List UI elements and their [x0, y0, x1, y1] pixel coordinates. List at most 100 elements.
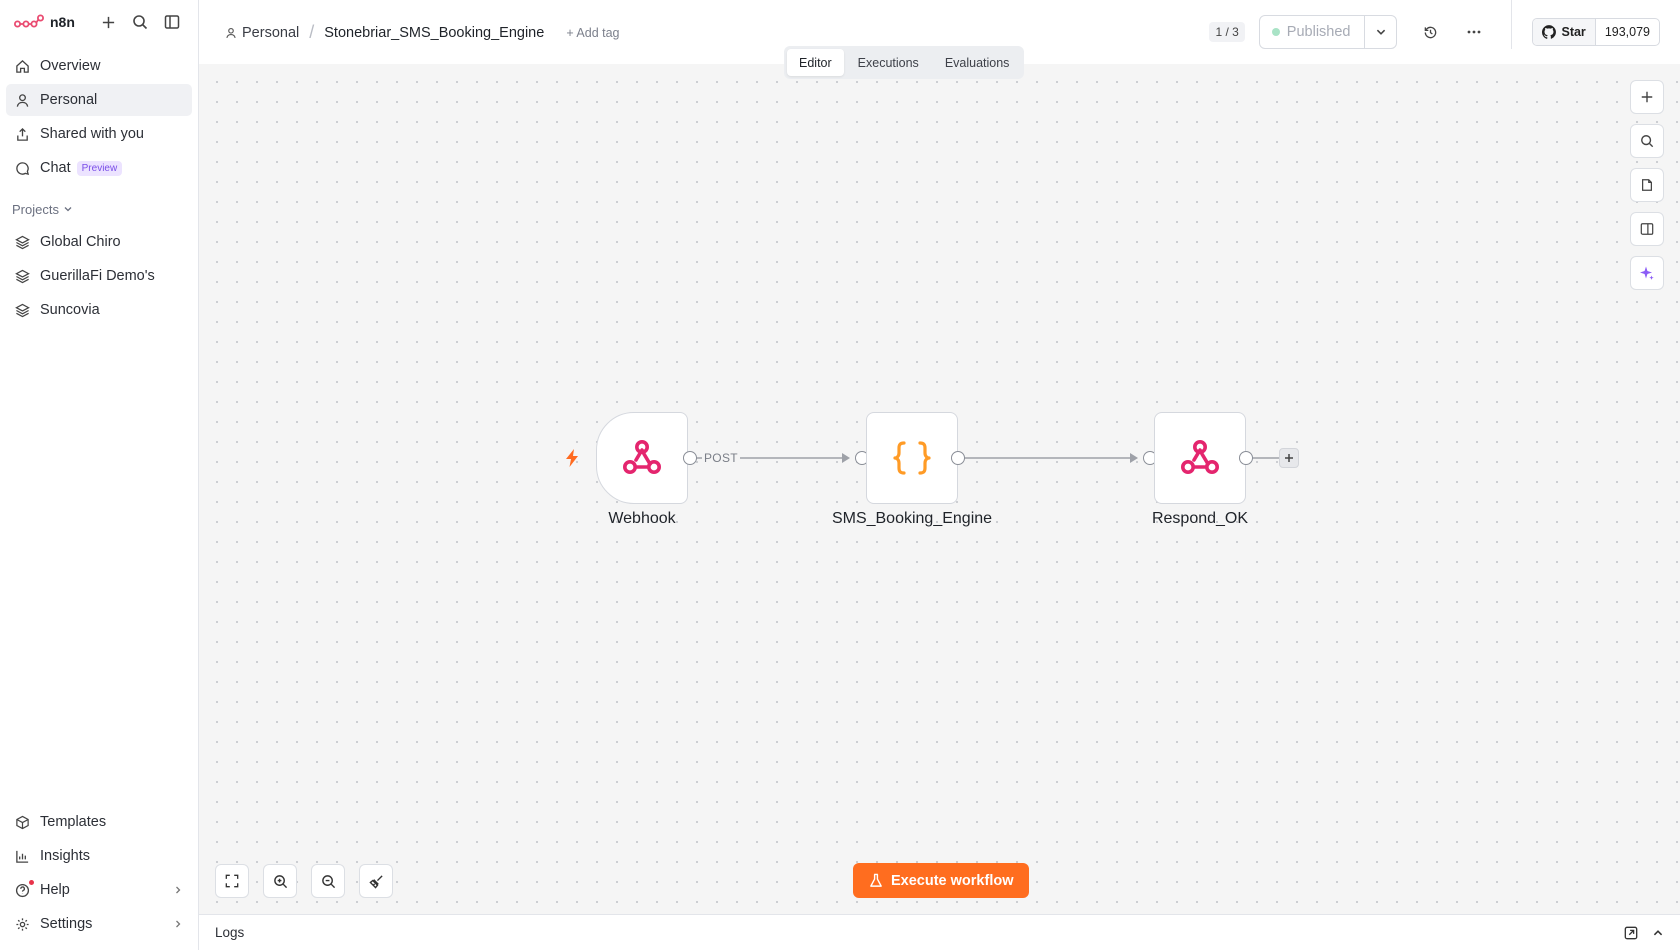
home-icon [16, 59, 29, 73]
nav-insights[interactable]: Insights [6, 840, 192, 872]
toggle-panel-button[interactable] [1630, 212, 1664, 246]
node-sms-booking-engine-label: SMS_Booking_Engine [831, 510, 993, 527]
more-options-button[interactable] [1457, 15, 1491, 49]
publish-dropdown-button[interactable] [1364, 16, 1396, 48]
tidy-up-button[interactable] [359, 864, 393, 898]
collapse-sidebar-button[interactable] [156, 6, 188, 38]
nav-shared[interactable]: Shared with you [6, 118, 192, 150]
nav-templates[interactable]: Templates [6, 806, 192, 838]
github-star-button[interactable]: Star [1533, 19, 1596, 45]
logs-panel[interactable]: Logs [199, 914, 1680, 950]
user-icon [226, 27, 236, 38]
templates-icon [16, 815, 29, 829]
flask-icon [870, 873, 882, 887]
logs-label: Logs [215, 925, 245, 940]
version-indicator[interactable]: 1 / 3 [1209, 22, 1245, 42]
sidebar: n8n Overview Personal Shared with you Ch… [0, 0, 199, 950]
chart-icon [16, 850, 29, 863]
zoom-in-icon [273, 874, 287, 888]
zoom-in-button[interactable] [263, 864, 297, 898]
zoom-out-icon [321, 874, 335, 888]
add-button[interactable] [92, 6, 124, 38]
chevron-right-icon [176, 886, 181, 894]
breadcrumb-separator: / [309, 22, 315, 42]
chat-icon [16, 161, 30, 175]
add-node-panel-button[interactable] [1630, 80, 1664, 114]
node-webhook-output-port[interactable] [683, 451, 697, 465]
trigger-bolt-icon [566, 449, 578, 467]
node-sms-output-port[interactable] [951, 451, 965, 465]
nav-personal[interactable]: Personal [6, 84, 192, 116]
publish-button-group: Published [1258, 15, 1398, 49]
webhook-icon [1181, 440, 1219, 474]
tab-editor[interactable]: Editor [787, 49, 844, 76]
published-status-dot [1271, 28, 1280, 36]
plus-icon [1641, 91, 1653, 103]
add-tag-button[interactable]: + Add tag [566, 26, 619, 40]
tab-executions[interactable]: Executions [846, 49, 931, 76]
arrow-head-icon [842, 453, 850, 463]
more-horizontal-icon [1468, 30, 1481, 34]
nav-settings[interactable]: Settings [6, 908, 192, 940]
plus-icon [1285, 454, 1293, 462]
sticky-note-button[interactable] [1630, 168, 1664, 202]
breadcrumb-personal[interactable]: Personal [225, 25, 299, 41]
zoom-out-button[interactable] [311, 864, 345, 898]
logo[interactable]: n8n [14, 14, 92, 30]
nav-personal-label: Personal [40, 92, 98, 108]
nav-insights-label: Insights [40, 848, 90, 864]
published-button[interactable]: Published [1260, 16, 1365, 48]
nav-templates-label: Templates [40, 814, 107, 830]
project-global-chiro[interactable]: Global Chiro [6, 226, 192, 258]
chevron-down-icon [1376, 29, 1386, 35]
share-icon [17, 127, 28, 141]
workflow-canvas[interactable]: Webhook POST SMS_Booking_Engine Respond_… [199, 64, 1680, 914]
project-label: Global Chiro [40, 234, 121, 250]
workflow-title[interactable]: Stonebriar_SMS_Booking_Engine [324, 25, 544, 41]
layers-icon [15, 269, 30, 283]
sidebar-toggle-icon [164, 15, 180, 29]
chevron-down-icon [64, 207, 72, 212]
code-braces-icon [893, 441, 931, 475]
sticky-note-icon [1642, 179, 1652, 191]
project-suncovia[interactable]: Suncovia [6, 294, 192, 326]
expand-icon [225, 874, 239, 888]
node-respond-output-port[interactable] [1239, 451, 1253, 465]
header-divider [1511, 0, 1513, 49]
search-button[interactable] [124, 6, 156, 38]
project-guerillafi[interactable]: GuerillaFi Demo's [6, 260, 192, 292]
node-webhook[interactable] [596, 412, 688, 504]
pop-out-icon[interactable] [1624, 926, 1638, 940]
fit-view-button[interactable] [215, 864, 249, 898]
plus-icon [102, 16, 114, 28]
chevron-right-icon [176, 920, 181, 928]
nav-shared-label: Shared with you [40, 126, 144, 142]
webhook-icon [623, 440, 661, 474]
node-respond-ok-label: Respond_OK [1151, 510, 1249, 527]
github-icon [1542, 25, 1557, 39]
add-node-button[interactable] [1279, 448, 1299, 468]
history-button[interactable] [1413, 15, 1447, 49]
chevron-up-icon[interactable] [1652, 927, 1664, 939]
notification-dot [29, 880, 34, 885]
nav-chat[interactable]: Chat Preview [6, 152, 192, 184]
execute-workflow-button[interactable]: Execute workflow [853, 863, 1030, 898]
node-webhook-label: Webhook [608, 510, 676, 527]
node-respond-ok[interactable] [1154, 412, 1246, 504]
ai-assistant-button[interactable] [1630, 256, 1664, 290]
n8n-logo-icon [14, 14, 44, 28]
canvas-search-button[interactable] [1630, 124, 1664, 158]
projects-header[interactable]: Projects [0, 192, 198, 226]
main-nav: Overview Personal Shared with you Chat P… [0, 44, 198, 184]
node-sms-booking-engine[interactable] [866, 412, 958, 504]
nav-help[interactable]: Help [6, 874, 192, 906]
tab-evaluations[interactable]: Evaluations [933, 49, 1022, 76]
sidebar-bottom: Templates Insights Help Settings [0, 806, 198, 942]
layers-icon [15, 303, 30, 317]
github-star-count: 193,079 [1604, 25, 1650, 39]
app-name: n8n [50, 14, 75, 30]
nav-overview[interactable]: Overview [6, 50, 192, 82]
preview-badge: Preview [76, 160, 123, 176]
github-star-widget[interactable]: Star 193,079 [1532, 18, 1660, 46]
breadcrumb-personal-label: Personal [242, 24, 300, 41]
